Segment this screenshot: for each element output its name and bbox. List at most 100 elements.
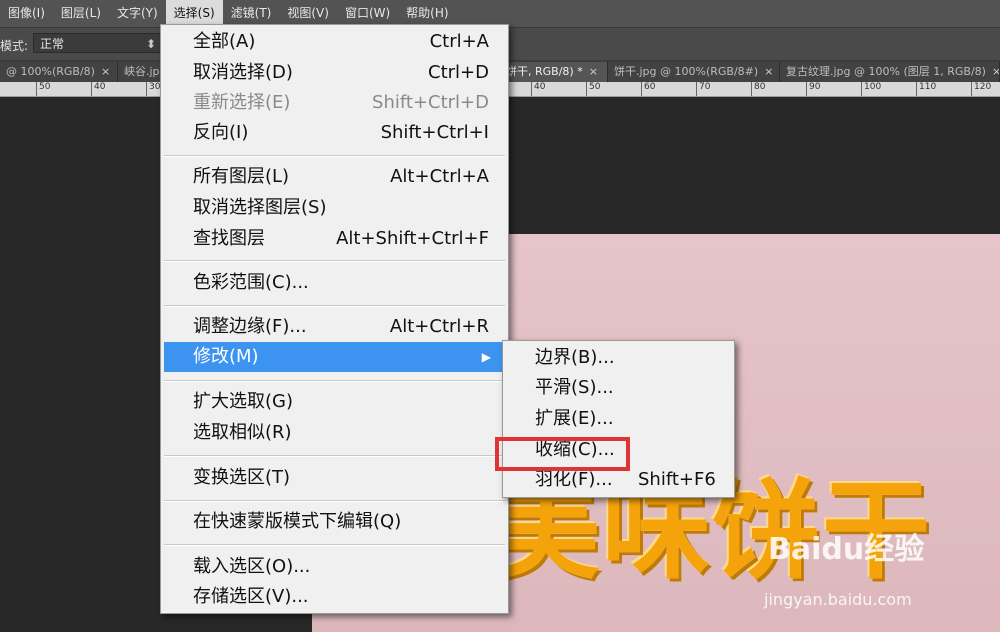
ruler-tick-label: 80 — [754, 82, 766, 92]
ruler-tick-label: 50 — [589, 82, 601, 92]
menu-item-shortcut: Shift+F6 — [638, 469, 716, 490]
menu-item-label: 扩展(E)... — [535, 408, 614, 429]
ruler-tick: 40 — [91, 82, 105, 96]
menu-item-deselect-layers[interactable]: 取消选择图层(S) — [164, 193, 505, 223]
menu-item-label: 边界(B)... — [535, 347, 615, 368]
menu-divider — [164, 455, 505, 457]
menu-item-find-layers[interactable]: 查找图层 Alt+Shift+Ctrl+F — [164, 224, 505, 254]
menu-item-all-layers[interactable]: 所有图层(L) Alt+Ctrl+A — [164, 162, 505, 192]
menu-item-inverse[interactable]: 反向(I) Shift+Ctrl+I — [164, 118, 505, 148]
menu-item-label: 变换选区(T) — [193, 467, 291, 488]
menu-filter[interactable]: 滤镜(T) — [223, 0, 280, 27]
menu-item-transform-selection[interactable]: 变换选区(T) — [164, 463, 505, 493]
menu-item-shortcut: Alt+Ctrl+A — [390, 166, 489, 187]
menu-item-deselect[interactable]: 取消选择(D) Ctrl+D — [164, 58, 505, 88]
ruler-tick: 50 — [36, 82, 50, 96]
ruler-tick-label: 90 — [809, 82, 821, 92]
menu-divider — [164, 305, 505, 307]
tab-label: @ 100%(RGB/8) — [6, 65, 95, 78]
menu-window[interactable]: 窗口(W) — [337, 0, 398, 27]
mode-label: 模式: — [0, 39, 29, 53]
watermark-logo: Baidu经验 — [768, 532, 925, 567]
ruler-tick: 120 — [971, 82, 991, 96]
menu-item-refine-edge[interactable]: 调整边缘(F)... Alt+Ctrl+R — [164, 312, 505, 342]
tab-document-1[interactable]: @ 100%(RGB/8) × — [0, 62, 118, 82]
tab-document-5[interactable]: 复古纹理.jpg @ 100% (图层 1, RGB/8) × — [780, 62, 1000, 82]
ruler-tick-label: 60 — [644, 82, 656, 92]
menu-type[interactable]: 文字(Y) — [109, 0, 166, 27]
menu-item-color-range[interactable]: 色彩范围(C)... — [164, 268, 505, 298]
menu-image[interactable]: 图像(I) — [0, 0, 53, 27]
ruler-tick-label: 50 — [39, 82, 51, 92]
tab-label: 饼干.jpg @ 100%(RGB/8#) — [614, 65, 759, 78]
watermark-url: jingyan.baidu.com — [764, 590, 912, 609]
ruler-tick-label: 30 — [149, 82, 161, 92]
menu-item-quick-mask[interactable]: 在快速蒙版模式下编辑(Q) — [164, 507, 505, 537]
select-menu: 全部(A) Ctrl+A 取消选择(D) Ctrl+D 重新选择(E) Shif… — [160, 24, 509, 614]
menu-item-label: 载入选区(O)... — [193, 556, 311, 577]
ruler-tick-label: 70 — [699, 82, 711, 92]
menu-item-label: 重新选择(E) — [193, 92, 291, 113]
ruler-tick: 70 — [696, 82, 710, 96]
submenu-item-border[interactable]: 边界(B)... — [506, 343, 731, 373]
menu-item-label: 选取相似(R) — [193, 422, 292, 443]
menu-layer[interactable]: 图层(L) — [53, 0, 109, 27]
menu-item-load-selection[interactable]: 载入选区(O)... — [164, 552, 505, 582]
menu-item-label: 反向(I) — [193, 122, 249, 143]
menu-item-label: 调整边缘(F)... — [193, 316, 307, 337]
ruler-tick-label: 100 — [864, 82, 882, 92]
ruler-tick-label: 120 — [974, 82, 992, 92]
close-icon[interactable]: × — [101, 65, 110, 78]
tab-document-4[interactable]: 饼干.jpg @ 100%(RGB/8#) × — [608, 62, 780, 82]
tab-document-2[interactable]: 峡谷.jpg× — [118, 62, 162, 82]
menu-divider — [164, 380, 505, 382]
close-icon[interactable]: × — [589, 65, 598, 78]
menu-view[interactable]: 视图(V) — [279, 0, 337, 27]
submenu-arrow-icon: ▶ — [481, 350, 491, 364]
menu-divider — [164, 260, 505, 262]
chevron-down-icon: ⬍ — [145, 37, 156, 51]
highlight-annotation-box — [495, 437, 630, 471]
menu-item-label: 所有图层(L) — [193, 166, 290, 187]
menu-item-shortcut: Alt+Ctrl+R — [389, 316, 489, 337]
close-icon[interactable]: × — [992, 65, 999, 78]
ruler-tick: 60 — [641, 82, 655, 96]
modify-submenu: 边界(B)... 平滑(S)... 扩展(E)... 收缩(C)... 羽化(F… — [502, 340, 735, 498]
ruler-tick-label: 110 — [919, 82, 937, 92]
menu-item-modify[interactable]: 修改(M) ▶ — [164, 342, 505, 372]
menu-item-label: 全部(A) — [193, 31, 256, 52]
tab-label: 峡谷.jpg — [124, 65, 161, 78]
close-icon[interactable]: × — [764, 65, 773, 78]
menu-select[interactable]: 选择(S) — [165, 0, 223, 27]
menu-item-shortcut: Alt+Shift+Ctrl+F — [336, 228, 489, 249]
submenu-item-smooth[interactable]: 平滑(S)... — [506, 373, 731, 403]
menu-item-label: 平滑(S)... — [535, 377, 614, 398]
menu-item-all[interactable]: 全部(A) Ctrl+A — [164, 27, 505, 57]
menu-item-label: 存储选区(V)... — [193, 586, 309, 607]
submenu-item-expand[interactable]: 扩展(E)... — [506, 404, 731, 434]
mode-select[interactable]: 正常 ⬍ — [33, 33, 161, 53]
ruler-tick: 80 — [751, 82, 765, 96]
ruler-tick: 100 — [861, 82, 881, 96]
tab-document-3[interactable]: 饼干, RGB/8) * × — [500, 62, 608, 82]
menu-item-grow[interactable]: 扩大选取(G) — [164, 387, 505, 417]
tab-label: 饼干, RGB/8) * — [506, 65, 583, 78]
menu-item-save-selection[interactable]: 存储选区(V)... — [164, 582, 505, 612]
menu-divider — [164, 500, 505, 502]
menu-item-similar[interactable]: 选取相似(R) — [164, 418, 505, 448]
ruler-tick: 90 — [806, 82, 820, 96]
menu-item-shortcut: Shift+Ctrl+D — [372, 92, 489, 113]
ruler-tick: 50 — [586, 82, 600, 96]
ruler-tick: 40 — [531, 82, 545, 96]
tab-label: 复古纹理.jpg @ 100% (图层 1, RGB/8) — [786, 65, 986, 78]
menu-help[interactable]: 帮助(H) — [398, 0, 456, 27]
ruler-tick-label: 40 — [94, 82, 106, 92]
menu-item-label: 色彩范围(C)... — [193, 272, 309, 293]
menu-item-label: 取消选择(D) — [193, 62, 293, 83]
mode-value: 正常 — [40, 37, 65, 51]
menu-item-shortcut: Shift+Ctrl+I — [380, 122, 489, 143]
ruler-tick: 110 — [916, 82, 936, 96]
menu-item-label: 查找图层 — [193, 228, 265, 249]
ruler-tick-label: 40 — [534, 82, 546, 92]
ruler-tick: 30 — [146, 82, 160, 96]
